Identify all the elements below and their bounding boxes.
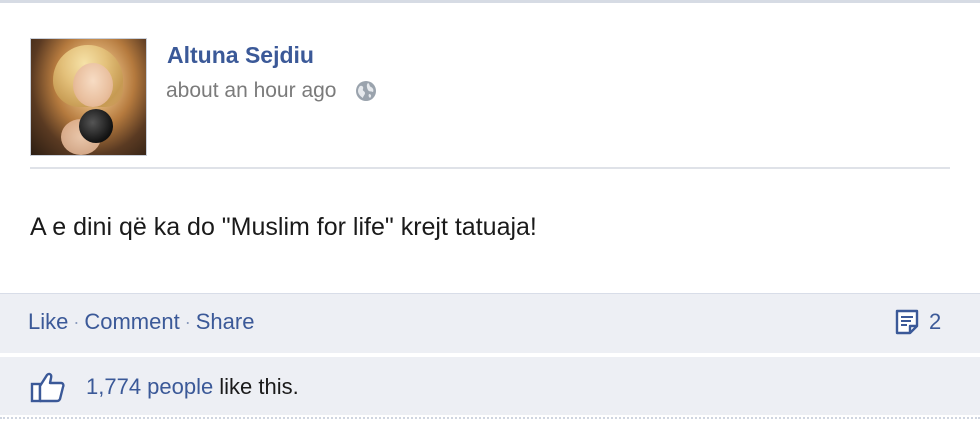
likes-suffix: like this. — [219, 374, 299, 399]
like-link[interactable]: Like — [28, 309, 68, 335]
likes-people-link[interactable]: 1,774 people — [86, 374, 213, 400]
post-header: Altuna Sejdiu about an hour ago — [30, 38, 960, 158]
actions-bar: Like · Comment · Share 2 — [0, 293, 980, 353]
post-text: A e dini që ka do "Muslim for life" krej… — [30, 213, 537, 241]
bottom-strip — [0, 417, 980, 438]
comment-count[interactable]: 2 — [893, 308, 941, 336]
post-actions: Like · Comment · Share — [28, 309, 254, 335]
post-divider — [30, 167, 950, 169]
likes-summary: 1,774 people like this. — [30, 371, 299, 403]
thumbs-up-icon — [30, 372, 65, 403]
globe-icon[interactable] — [354, 79, 378, 103]
comment-icon — [895, 309, 919, 335]
top-border — [0, 0, 980, 3]
share-link[interactable]: Share — [196, 309, 255, 335]
author-avatar[interactable] — [30, 38, 147, 156]
separator-dot: · — [184, 311, 191, 332]
avatar-microphone — [79, 109, 113, 143]
avatar-face — [73, 63, 113, 107]
comment-count-value: 2 — [929, 309, 942, 334]
likes-bar: 1,774 people like this. — [0, 355, 980, 415]
author-name[interactable]: Altuna Sejdiu — [167, 42, 314, 69]
comment-link[interactable]: Comment — [84, 309, 179, 335]
separator-dot: · — [73, 311, 80, 332]
post-timestamp[interactable]: about an hour ago — [166, 79, 336, 103]
post-meta: about an hour ago — [166, 79, 378, 103]
